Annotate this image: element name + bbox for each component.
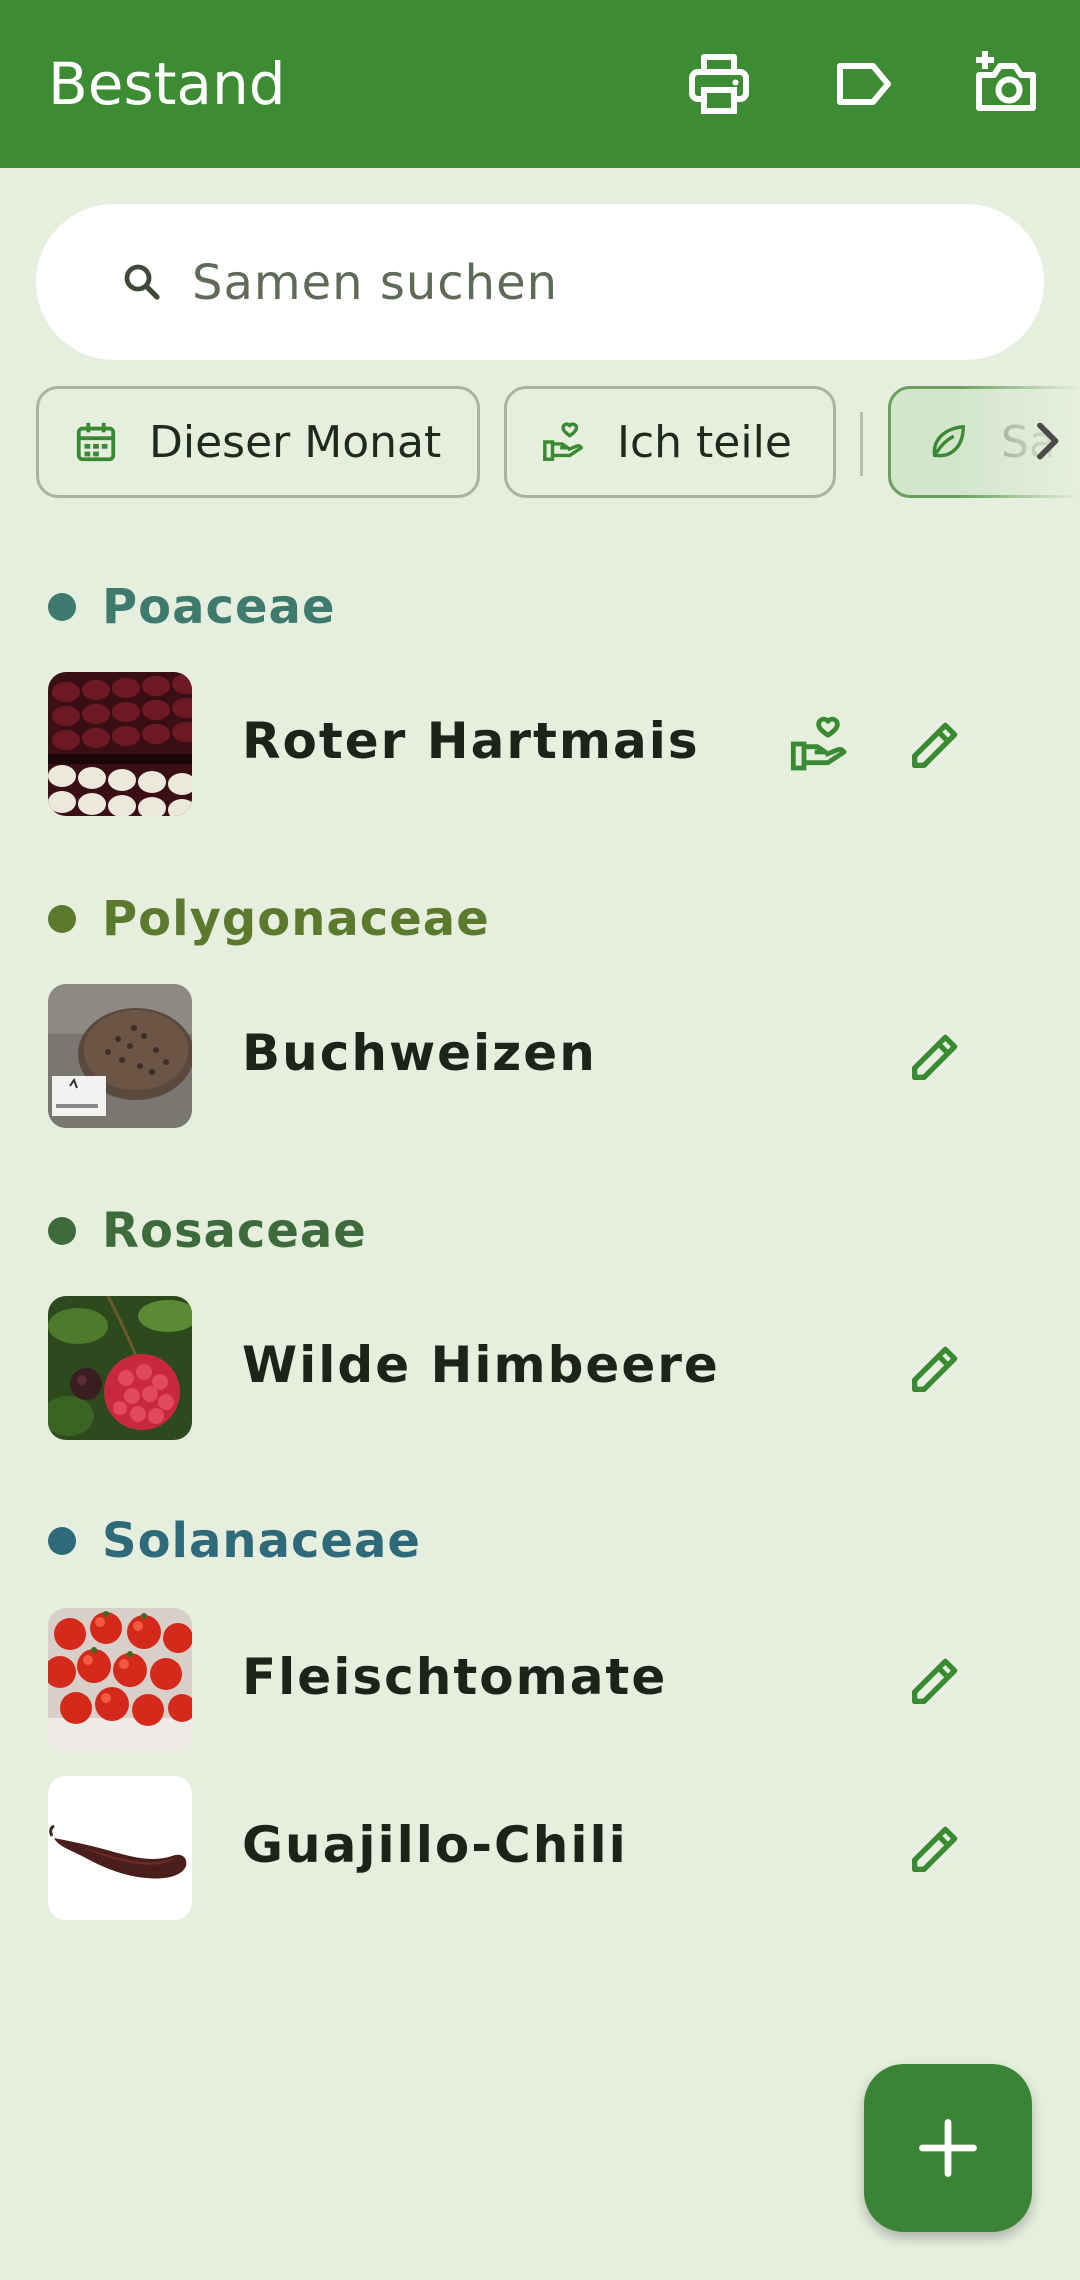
group-title: Rosaceae	[102, 1203, 367, 1259]
search-icon	[118, 258, 166, 306]
edit-icon[interactable]	[904, 1024, 968, 1088]
calendar-icon	[76, 422, 116, 462]
group-title: Polygonaceae	[102, 891, 490, 947]
search-bar[interactable]	[36, 204, 1044, 360]
group-title: Solanaceae	[102, 1513, 421, 1569]
edit-icon[interactable]	[904, 1648, 968, 1712]
seed-thumbnail	[48, 1608, 192, 1752]
list-item[interactable]: Wilde Himbeere	[0, 1296, 1080, 1446]
seed-thumbnail	[48, 1776, 192, 1920]
print-icon[interactable]	[683, 48, 755, 120]
group-dot	[48, 1217, 76, 1245]
seed-name: Wilde Himbeere	[242, 1336, 720, 1394]
page-title: Bestand	[48, 50, 286, 118]
add-icon	[919, 2119, 977, 2177]
list-item[interactable]: Roter Hartmais	[0, 672, 1080, 822]
group-dot	[48, 1527, 76, 1555]
group-dot	[48, 593, 76, 621]
share-heart-icon	[543, 422, 583, 461]
filter-chip-row: Dieser Monat Ich teile Sa	[0, 386, 1080, 502]
group-header-rosaceae: Rosaceae	[48, 1196, 367, 1266]
label-icon[interactable]	[828, 48, 900, 120]
filter-chip-this-month[interactable]: Dieser Monat	[36, 386, 480, 498]
list-item[interactable]: Guajillo-Chili	[0, 1776, 1080, 1926]
filter-chip-label: Ich teile	[617, 416, 792, 468]
list-item[interactable]: Fleischtomate	[0, 1608, 1080, 1758]
seed-name: Buchweizen	[242, 1024, 597, 1082]
seed-thumbnail	[48, 984, 192, 1128]
filter-chip-label: Dieser Monat	[149, 416, 442, 468]
seed-thumbnail	[48, 672, 192, 816]
edit-icon[interactable]	[904, 1336, 968, 1400]
edit-icon[interactable]	[904, 712, 968, 776]
edit-icon[interactable]	[904, 1816, 968, 1880]
share-heart-icon[interactable]	[788, 712, 852, 776]
group-header-polygonaceae: Polygonaceae	[48, 884, 490, 954]
chip-divider	[860, 412, 863, 476]
chevron-right-icon[interactable]	[1030, 416, 1064, 466]
group-title: Poaceae	[102, 579, 336, 635]
filter-chip-i-share[interactable]: Ich teile	[504, 386, 836, 498]
app-bar: Bestand	[0, 0, 1080, 168]
group-header-solanaceae: Solanaceae	[48, 1506, 421, 1576]
seed-name: Roter Hartmais	[242, 712, 700, 770]
add-seed-button[interactable]	[864, 2064, 1032, 2232]
seed-name: Fleischtomate	[242, 1648, 668, 1706]
group-dot	[48, 905, 76, 933]
add-photo-icon[interactable]	[970, 48, 1042, 120]
seed-name: Guajillo-Chili	[242, 1816, 628, 1874]
search-input[interactable]	[190, 248, 1014, 318]
group-header-poaceae: Poaceae	[48, 572, 336, 642]
list-item[interactable]: Buchweizen	[0, 984, 1080, 1134]
seed-thumbnail	[48, 1296, 192, 1440]
